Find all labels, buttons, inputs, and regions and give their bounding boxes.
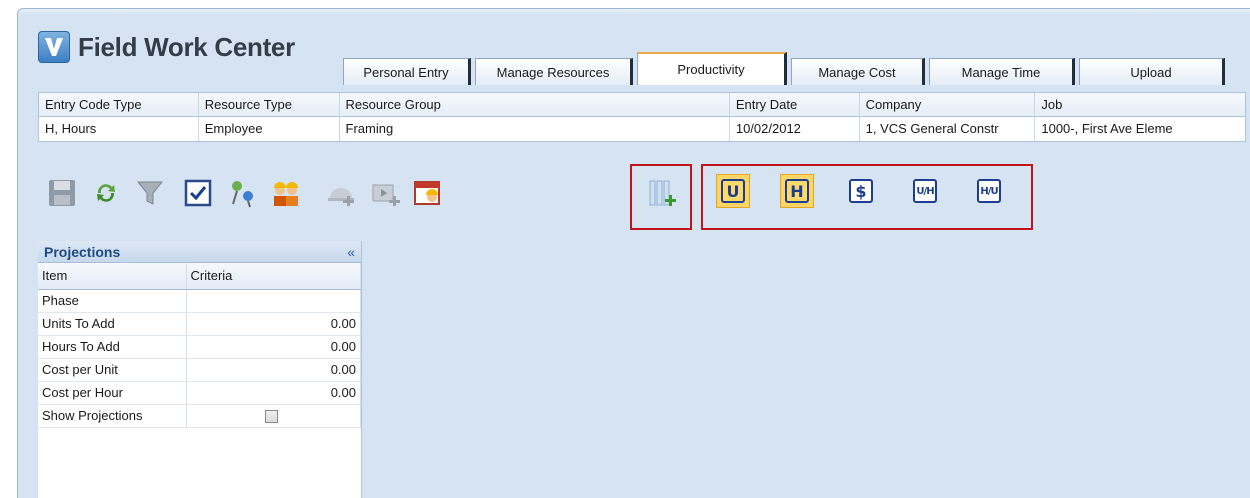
tab-manage-resources[interactable]: Manage Resources	[475, 58, 633, 85]
refresh-icon[interactable]	[86, 173, 126, 213]
column-header-entry-date[interactable]: Entry Date	[730, 93, 860, 116]
column-header-criteria[interactable]: Criteria	[186, 263, 361, 290]
row-label-show-projections: Show Projections	[38, 404, 187, 428]
tab-manage-cost[interactable]: Manage Cost	[791, 58, 925, 85]
grid-header-row: Entry Code Type Resource Type Resource G…	[39, 93, 1245, 117]
cell-company[interactable]: 1, VCS General Constr	[860, 117, 1036, 141]
cell-entry-date[interactable]: 10/02/2012	[730, 117, 860, 141]
checkbox-icon[interactable]	[178, 173, 218, 213]
units-to-add-field[interactable]: 0.00	[186, 312, 361, 336]
show-projections-checkbox[interactable]	[264, 410, 278, 424]
tab-upload[interactable]: Upload	[1079, 58, 1225, 85]
column-header-resource-type[interactable]: Resource Type	[199, 93, 340, 116]
row-label-hours-to-add: Hours To Add	[38, 335, 187, 359]
filter-icon[interactable]	[130, 173, 170, 213]
window-edge	[18, 9, 1250, 15]
table-row[interactable]: Phase	[38, 289, 361, 313]
column-header-resource-group[interactable]: Resource Group	[340, 93, 730, 116]
tab-manage-time[interactable]: Manage Time	[929, 58, 1075, 85]
projections-table: Item Criteria Phase Units To Add 0.00 Ho…	[38, 263, 361, 428]
row-label-units-to-add: Units To Add	[38, 312, 187, 336]
save-icon[interactable]	[42, 173, 82, 213]
cell-entry-code-type[interactable]: H, Hours	[39, 117, 199, 141]
tab-productivity[interactable]: Productivity	[637, 52, 787, 85]
cell-resource-group[interactable]: Framing	[340, 117, 730, 141]
table-row[interactable]: Units To Add 0.00	[38, 312, 361, 336]
hours-to-add-field[interactable]: 0.00	[186, 335, 361, 359]
units-toggle-label: U	[721, 179, 745, 203]
projections-header-row: Item Criteria	[38, 263, 361, 290]
app-title: Field Work Center	[78, 31, 295, 62]
units-toggle-button[interactable]: U	[716, 174, 750, 208]
toolbar: U H $ U/H H/U	[38, 159, 1246, 241]
column-header-item[interactable]: Item	[38, 263, 187, 290]
table-row[interactable]: Show Projections	[38, 404, 361, 428]
tab-personal-entry[interactable]: Personal Entry	[343, 58, 471, 85]
projections-title: Projections	[44, 243, 121, 260]
cost-toggle-label: $	[849, 179, 873, 203]
column-header-company[interactable]: Company	[860, 93, 1036, 116]
table-row[interactable]: Hours To Add 0.00	[38, 335, 361, 359]
hours-toggle-button[interactable]: H	[780, 174, 814, 208]
hours-per-unit-toggle-label: H/U	[977, 179, 1001, 203]
app-logo-icon	[38, 31, 70, 63]
units-per-hour-toggle-label: U/H	[913, 179, 937, 203]
columns-add-icon[interactable]	[642, 173, 682, 213]
row-label-cost-per-hour: Cost per Hour	[38, 381, 187, 405]
app-header: Field Work Center	[38, 31, 295, 63]
phase-value-field[interactable]	[186, 289, 361, 313]
workers-icon[interactable]	[266, 173, 306, 213]
table-row[interactable]: Cost per Hour 0.00	[38, 381, 361, 405]
show-projections-cell	[186, 404, 361, 428]
row-label-phase: Phase	[38, 289, 187, 313]
app-window: Field Work Center Personal Entry Manage …	[17, 8, 1250, 498]
cell-resource-type[interactable]: Employee	[199, 117, 340, 141]
projections-header: Projections «	[38, 241, 361, 263]
cost-per-unit-field[interactable]: 0.00	[186, 358, 361, 382]
column-header-entry-code-type[interactable]: Entry Code Type	[39, 93, 199, 116]
grid-data-row[interactable]: H, Hours Employee Framing 10/02/2012 1, …	[39, 117, 1245, 141]
table-row[interactable]: Cost per Unit 0.00	[38, 358, 361, 382]
collapse-panel-icon[interactable]: «	[347, 244, 355, 260]
projections-panel: Projections « Item Criteria Phase Units …	[38, 241, 362, 498]
pushpin-icon[interactable]	[222, 173, 262, 213]
row-label-cost-per-unit: Cost per Unit	[38, 358, 187, 382]
main-content-area	[362, 241, 1250, 498]
film-add-icon[interactable]	[366, 173, 406, 213]
entry-header-grid: Entry Code Type Resource Type Resource G…	[38, 92, 1246, 142]
tab-bar: Personal Entry Manage Resources Producti…	[343, 52, 1229, 85]
cost-per-hour-field[interactable]: 0.00	[186, 381, 361, 405]
cost-toggle-button[interactable]: $	[844, 174, 878, 208]
hardhat-add-icon[interactable]	[322, 173, 362, 213]
column-header-job[interactable]: Job	[1035, 93, 1245, 116]
units-per-hour-toggle-button[interactable]: U/H	[908, 174, 942, 208]
calendar-worker-icon[interactable]	[408, 173, 448, 213]
cell-job[interactable]: 1000-, First Ave Eleme	[1035, 117, 1245, 141]
hours-per-unit-toggle-button[interactable]: H/U	[972, 174, 1006, 208]
hours-toggle-label: H	[785, 179, 809, 203]
